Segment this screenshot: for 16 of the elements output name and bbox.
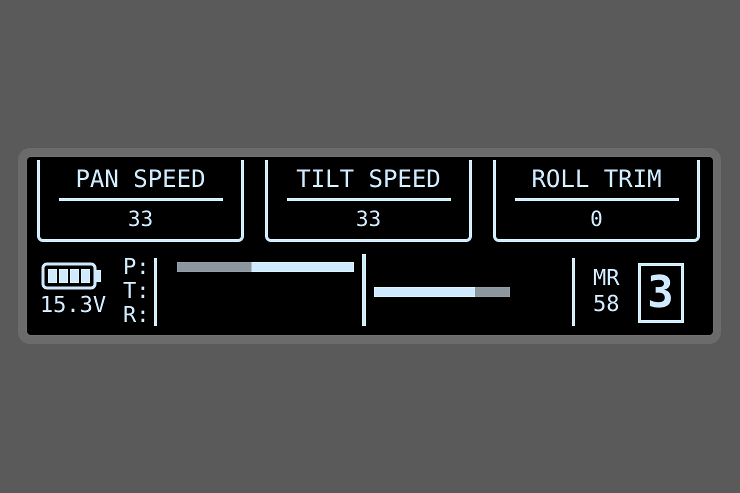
panel-value: 33 bbox=[356, 206, 382, 232]
panel-value: 33 bbox=[128, 206, 154, 232]
value-panel[interactable]: TILT SPEED 33 bbox=[265, 160, 472, 242]
axis-label: P: bbox=[123, 256, 150, 280]
profile-number: 3 bbox=[638, 263, 684, 323]
axis-label: R: bbox=[123, 304, 150, 328]
axis-label: T: bbox=[123, 280, 150, 304]
panel-title: ROLL TRIM bbox=[531, 165, 662, 193]
panel-title: TILT SPEED bbox=[296, 165, 441, 193]
panel-value: 0 bbox=[590, 206, 603, 232]
battery-voltage: 15.3V bbox=[40, 293, 106, 319]
mode-value: 58 bbox=[593, 292, 620, 318]
mode-label: MR bbox=[593, 266, 620, 292]
value-panel[interactable]: ROLL TRIM 0 bbox=[493, 160, 700, 242]
panel-title: PAN SPEED bbox=[75, 165, 206, 193]
value-panel[interactable]: PAN SPEED 33 bbox=[37, 160, 244, 242]
